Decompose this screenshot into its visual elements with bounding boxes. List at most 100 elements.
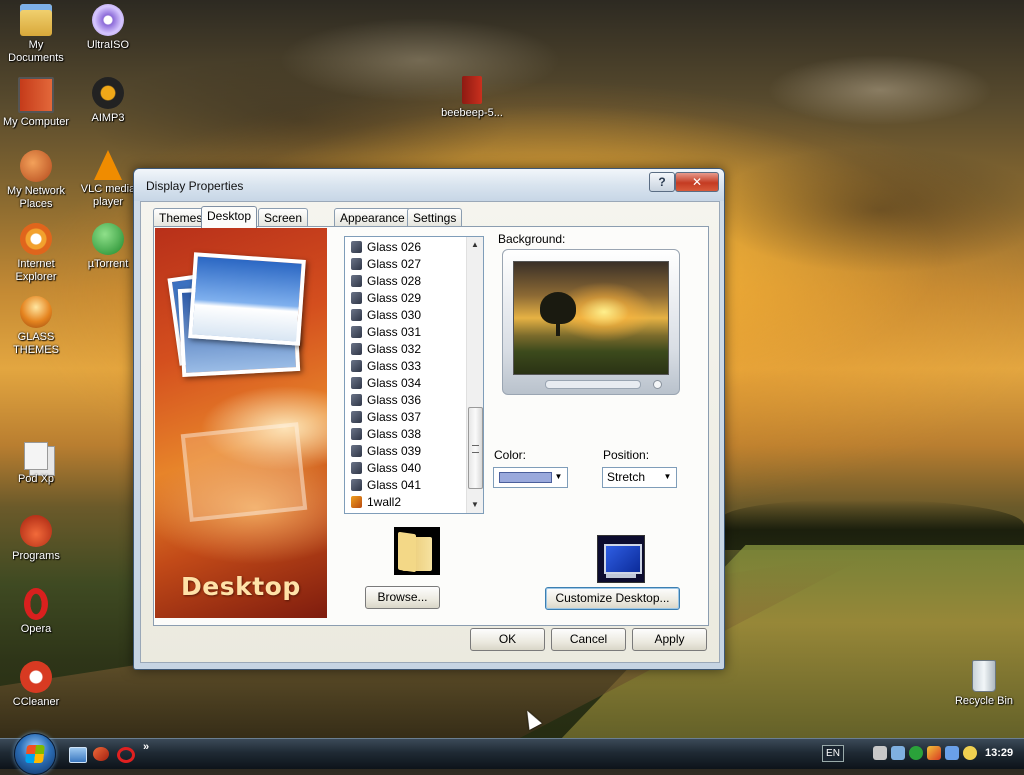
list-item[interactable]: Glass 036 [351, 392, 421, 409]
app-tray-icon[interactable] [927, 746, 941, 760]
desktop-icon-my-documents[interactable]: My Documents [0, 4, 72, 65]
banner-photo-reflection [180, 422, 308, 522]
image-file-icon [351, 411, 362, 423]
utorrent-tray-icon[interactable] [909, 746, 923, 760]
safely-remove-tray-icon[interactable] [891, 746, 905, 760]
desktop-icon-my-network-places[interactable]: My Network Places [0, 150, 72, 211]
list-item[interactable]: Glass 026 [351, 239, 421, 256]
desktop-icon-label: Recycle Bin [954, 695, 1014, 707]
desktop-icon-beebeep[interactable]: beebeep-5... [436, 76, 508, 120]
customize-desktop-button[interactable]: Customize Desktop... [545, 587, 680, 610]
documents-icon [24, 442, 48, 470]
star-tray-icon[interactable] [963, 746, 977, 760]
desktop-icon-programs[interactable]: Programs [0, 515, 72, 563]
desktop-icon-recycle-bin[interactable]: Recycle Bin [948, 660, 1020, 708]
background-label: Background: [498, 232, 566, 246]
tab-screen-saver[interactable]: Screen Saver [258, 208, 309, 243]
desktop-icon-label: AIMP3 [91, 112, 125, 124]
chevron-down-icon: ▼ [554, 472, 563, 481]
list-item[interactable]: Glass 039 [351, 443, 421, 460]
opera-icon[interactable] [117, 747, 135, 763]
network-icon [20, 150, 52, 182]
recycle-bin-icon [972, 660, 996, 692]
quicklaunch-overflow-icon[interactable]: » [143, 741, 149, 753]
desktop-icon-pod-xp[interactable]: Pod Xp [0, 442, 72, 486]
scroll-down-arrow-icon[interactable]: ▼ [470, 499, 480, 511]
ccleaner-icon [20, 661, 52, 693]
list-item[interactable]: Glass 027 [351, 256, 421, 273]
window-titlebar[interactable]: Display Properties ? ✕ [134, 169, 724, 201]
list-item[interactable]: Glass 041 [351, 477, 421, 494]
browse-button[interactable]: Browse... [365, 586, 440, 609]
apply-button[interactable]: Apply [632, 628, 707, 651]
list-item[interactable]: Glass 028 [351, 273, 421, 290]
list-item[interactable]: Glass 038 [351, 426, 421, 443]
show-desktop-icon[interactable] [69, 747, 87, 763]
scrollbar-thumb[interactable] [468, 407, 483, 489]
tab-appearance[interactable]: Appearance [334, 208, 411, 227]
position-select[interactable]: Stretch ▼ [602, 467, 677, 488]
wallpaper-treeline [720, 500, 1024, 550]
desktop-icon-glass-themes[interactable]: GLASS THEMES [0, 296, 72, 357]
image-file-icon [351, 496, 362, 508]
monitor-power-icon [653, 380, 662, 389]
list-item[interactable]: Glass 033 [351, 358, 421, 375]
desktop-icon-label: GLASS THEMES [13, 331, 59, 356]
color-picker[interactable]: ▼ [493, 467, 568, 488]
list-item[interactable]: Glass 030 [351, 307, 421, 324]
monitor-tray-icon[interactable] [945, 746, 959, 760]
image-file-icon [351, 309, 362, 321]
wallpaper-preview [513, 261, 669, 375]
list-item[interactable]: Glass 040 [351, 460, 421, 477]
image-file-icon [351, 360, 362, 372]
vlc-cone-icon [94, 150, 122, 180]
desktop-tab-panel: Desktop Glass 026 Glass 027 Glass 028 Gl… [153, 226, 709, 626]
desktop-icon-opera[interactable]: Opera [0, 588, 72, 636]
close-button[interactable]: ✕ [675, 172, 719, 192]
desktop-icon-internet-explorer[interactable]: Internet Explorer [0, 223, 72, 284]
desktop-icon-my-computer[interactable]: My Computer [0, 77, 72, 129]
start-button[interactable] [14, 733, 56, 775]
list-item[interactable]: 1wall2 [351, 494, 401, 511]
image-file-icon [351, 258, 362, 270]
desktop-banner-image: Desktop [155, 228, 327, 618]
utorrent-icon [92, 223, 124, 255]
desktop-icon-ccleaner[interactable]: CCleaner [0, 661, 72, 709]
desktop-icon-aimp3[interactable]: AIMP3 [72, 77, 144, 125]
color-swatch [499, 472, 552, 483]
position-value: Stretch [607, 470, 646, 484]
programs-icon[interactable] [93, 747, 109, 761]
language-indicator[interactable]: EN [822, 745, 844, 762]
computer-icon [18, 77, 54, 113]
color-label: Color: [494, 448, 527, 462]
windows-orb-icon [20, 296, 52, 328]
list-item[interactable]: Glass 031 [351, 324, 421, 341]
desktop-icon-label: beebeep-5... [441, 107, 503, 119]
tab-settings[interactable]: Settings [407, 208, 463, 227]
list-item[interactable]: Glass 037 [351, 409, 421, 426]
monitor-preview [502, 249, 680, 395]
list-item[interactable]: Glass 034 [351, 375, 421, 392]
scroll-up-arrow-icon[interactable]: ▲ [470, 239, 480, 251]
window-client: Themes Desktop Screen Saver Appearance S… [140, 201, 720, 663]
customize-desktop-icon [597, 535, 645, 583]
list-item[interactable]: Glass 029 [351, 290, 421, 307]
banner-title: Desktop [181, 572, 301, 601]
taskbar: » EN 13:29 [0, 733, 1024, 775]
desktop-icon-ultraiso[interactable]: UltraISO [72, 4, 144, 52]
desktop-icon-label: My Computer [2, 116, 70, 128]
desktop-icon-label: Programs [12, 550, 60, 562]
clock[interactable]: 13:29 [985, 747, 1013, 759]
list-item[interactable]: Glass 032 [351, 341, 421, 358]
background-list[interactable]: Glass 026 Glass 027 Glass 028 Glass 029 … [344, 236, 484, 514]
cancel-button[interactable]: Cancel [551, 628, 626, 651]
image-file-icon [351, 462, 362, 474]
ok-button[interactable]: OK [470, 628, 545, 651]
desktop-icon-label: Internet Explorer [15, 258, 57, 283]
desktop-icon-label: CCleaner [12, 696, 60, 708]
image-file-icon [351, 445, 362, 457]
background-list-scrollbar[interactable]: ▲ ▼ [466, 237, 483, 513]
help-button[interactable]: ? [649, 172, 675, 192]
network-tray-icon[interactable] [873, 746, 887, 760]
tab-desktop[interactable]: Desktop [201, 206, 258, 228]
